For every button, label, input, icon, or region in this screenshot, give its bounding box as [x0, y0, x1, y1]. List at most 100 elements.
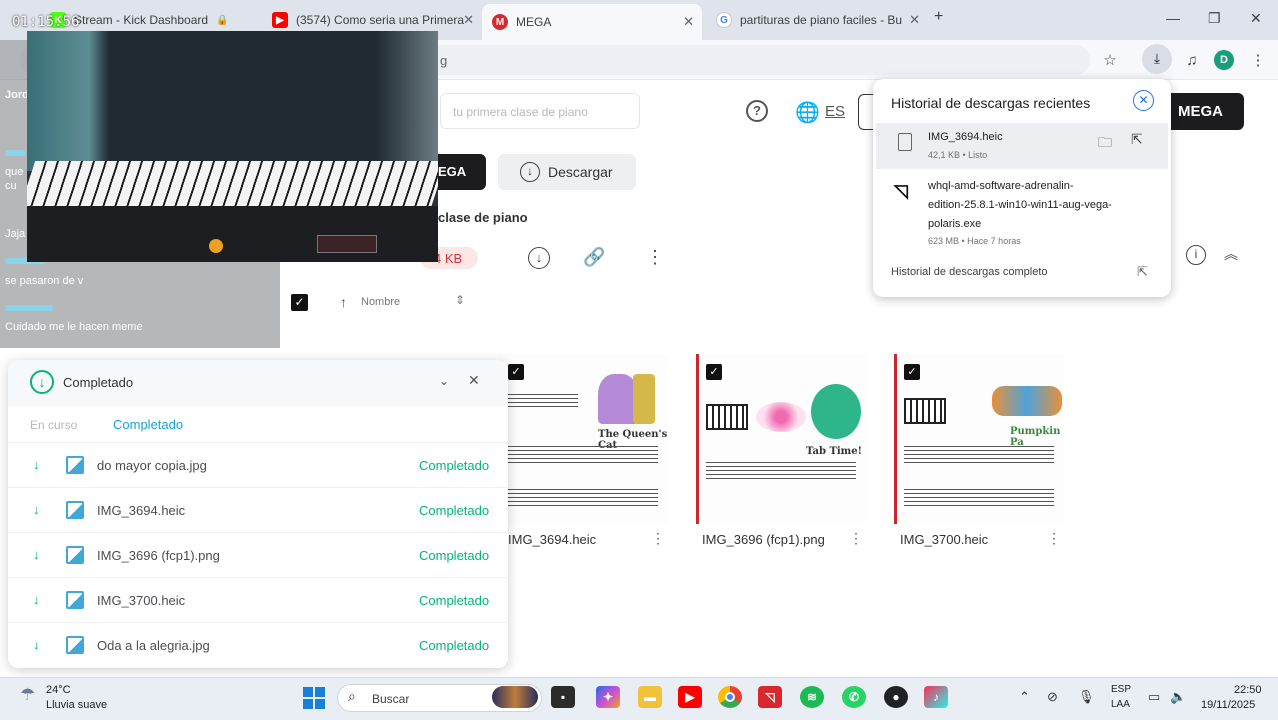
sort-toggle-icon[interactable]: ⇕ [455, 293, 465, 307]
download-arrow-icon: ↓ [33, 637, 40, 652]
file-menu-icon[interactable]: ⋮ [849, 530, 863, 547]
file-name[interactable]: IMG_3694.heic [508, 532, 596, 547]
sort-up-arrow-icon[interactable]: ↑ [340, 294, 347, 310]
close-popup-icon[interactable]: ✕ [1133, 90, 1154, 111]
download-item-name-line[interactable]: polaris.exe [928, 215, 981, 234]
clock-time[interactable]: 22:50 [1234, 684, 1262, 696]
tiktok-icon[interactable]: ♪ [924, 686, 948, 708]
spotify-icon[interactable]: ≋ [800, 686, 824, 708]
weather-description[interactable]: Lluvia suave [46, 699, 107, 711]
download-item-name[interactable]: IMG_3694.heic [928, 128, 1003, 147]
import-to-mega-button[interactable]: EGA [436, 154, 486, 190]
file-checkbox[interactable]: ✓ [706, 364, 722, 380]
display-icon[interactable]: ▭ [1148, 689, 1160, 705]
transfer-file-name: do mayor copia.jpg [97, 458, 207, 473]
clock-date[interactable]: 19/11/2025 [1201, 699, 1255, 711]
globe-icon[interactable]: 🌐 [795, 100, 820, 125]
whatsapp-icon[interactable]: ✆ [842, 686, 866, 708]
show-in-folder-icon[interactable]: 🗀 [1098, 132, 1112, 156]
select-all-checkbox[interactable]: ✓ [291, 294, 308, 311]
link-icon[interactable]: 🔗 [583, 247, 605, 268]
tab-completed[interactable]: Completado [113, 417, 183, 432]
file-thumbnail[interactable]: ✓ The Queen's Cat [498, 354, 668, 524]
network-icon[interactable]: ⊘ [1047, 689, 1058, 705]
get-mega-button[interactable]: MEGA [1170, 93, 1244, 130]
bookmark-star-icon[interactable]: ☆ [1098, 48, 1122, 72]
sort-by-name-label[interactable]: Nombre [361, 296, 400, 308]
media-controls-icon[interactable]: ♫ [1180, 48, 1204, 72]
transfer-row[interactable]: ↓ IMG_3694.heic Completado [8, 487, 508, 532]
tab-youtube[interactable]: ▶ (3574) Como seria una Primera ✕ [262, 6, 482, 34]
piano-keys-illustration [706, 404, 748, 430]
tab-google-search[interactable]: G partituras de piano faciles - Bu ✕ [706, 6, 928, 34]
volume-icon[interactable]: 🔈 [1170, 689, 1186, 705]
transfer-row[interactable]: ↓ IMG_3700.heic Completado [8, 577, 508, 622]
download-item[interactable] [876, 123, 1168, 169]
collapse-icon[interactable]: ︽ [1224, 244, 1238, 264]
minimize-icon[interactable]: — [1166, 10, 1180, 26]
close-tab-icon[interactable]: ✕ [909, 12, 920, 28]
weather-rain-icon[interactable]: ☂ [20, 685, 35, 705]
file-menu-icon[interactable]: ⋮ [651, 530, 665, 547]
file-menu-icon[interactable]: ⋮ [1047, 530, 1061, 547]
input-language[interactable]: ESP [1111, 684, 1131, 695]
new-tab-button[interactable]: + [934, 8, 943, 26]
file-name[interactable]: IMG_3696 (fcp1).png [702, 532, 825, 547]
open-external-icon[interactable]: ⇱ [1131, 131, 1143, 148]
more-options-icon[interactable]: ⋮ [646, 247, 664, 268]
thumbnail-edge [894, 354, 897, 524]
file-checkbox[interactable]: ✓ [904, 364, 920, 380]
microphone-icon[interactable]: 🎙 [1078, 689, 1095, 705]
close-icon[interactable]: ✕ [468, 372, 480, 389]
tab-mega[interactable]: M MEGA ✕ [482, 4, 702, 40]
chevron-down-icon[interactable]: ⌄ [439, 374, 449, 388]
restore-icon[interactable]: ❐ [1208, 10, 1221, 27]
full-download-history-link[interactable]: Historial de descargas completo [891, 266, 1048, 278]
search-highlight-image[interactable] [492, 686, 538, 708]
youtube-icon[interactable]: ▶ [678, 686, 702, 708]
download-circle-icon[interactable]: ↓ [528, 247, 550, 269]
mega-search-input[interactable]: tu primera clase de piano [440, 93, 640, 129]
windows-start-icon[interactable] [303, 687, 325, 709]
show-hidden-icons[interactable]: ⌃ [1019, 689, 1030, 705]
help-icon[interactable]: ? [746, 100, 768, 122]
image-file-icon [66, 456, 84, 474]
transfer-row[interactable]: ↓ do mayor copia.jpg Completado [8, 442, 508, 487]
download-arrow-icon: ↓ [33, 502, 40, 517]
chrome-icon[interactable] [718, 686, 742, 708]
transfer-file-name: IMG_3694.heic [97, 503, 186, 518]
download-button[interactable]: ↓ Descargar [498, 154, 636, 190]
weather-temperature[interactable]: 24°C [46, 684, 71, 696]
download-arrow-icon: ↓ [33, 547, 40, 562]
input-layout[interactable]: LAA [1111, 699, 1130, 710]
info-icon[interactable]: i [1186, 245, 1206, 265]
transfer-file-name: IMG_3700.heic [97, 593, 186, 608]
amd-software-icon[interactable]: ◹ [758, 686, 782, 708]
copilot-icon[interactable]: ✦ [596, 686, 620, 708]
language-selector[interactable]: ES [825, 103, 845, 120]
file-checkbox[interactable]: ✓ [508, 364, 524, 380]
close-window-icon[interactable]: ✕ [1250, 10, 1262, 27]
tab-label: MEGA [516, 15, 552, 29]
obs-icon[interactable]: ● [884, 686, 908, 708]
chat-message: se pasaron de v [5, 275, 84, 287]
download-arrow-icon: ↓ [33, 457, 40, 472]
transfer-row[interactable]: ↓ IMG_3696 (fcp1).png Completado [8, 532, 508, 577]
chat-username: Jord [5, 89, 29, 101]
file-explorer-icon[interactable]: ▬ [638, 686, 662, 708]
transfer-row[interactable]: ↓ Oda a la alegria.jpg Completado [8, 622, 508, 667]
download-item-name-line[interactable]: whql-amd-software-adrenalin- [928, 177, 1074, 196]
profile-avatar[interactable]: D [1214, 50, 1234, 70]
open-external-icon[interactable]: ⇱ [1137, 264, 1148, 280]
file-thumbnail[interactable]: ✓ Pumpkin Pa [894, 354, 1064, 524]
download-item-name-line[interactable]: edition-25.8.1-win10-win11-aug-vega- [928, 196, 1112, 215]
file-name[interactable]: IMG_3700.heic [900, 532, 988, 547]
close-tab-icon[interactable]: ✕ [463, 12, 474, 28]
file-thumbnail[interactable]: ✓ Tab Time! [696, 354, 866, 524]
downloads-button[interactable]: ⤓ [1142, 44, 1172, 74]
menu-kebab-icon[interactable]: ⋮ [1246, 48, 1270, 72]
tab-in-progress[interactable]: En curso [30, 418, 77, 432]
close-tab-icon[interactable]: ✕ [683, 14, 694, 30]
task-view-icon[interactable]: ▪ [551, 686, 575, 708]
music-staff [706, 462, 856, 482]
